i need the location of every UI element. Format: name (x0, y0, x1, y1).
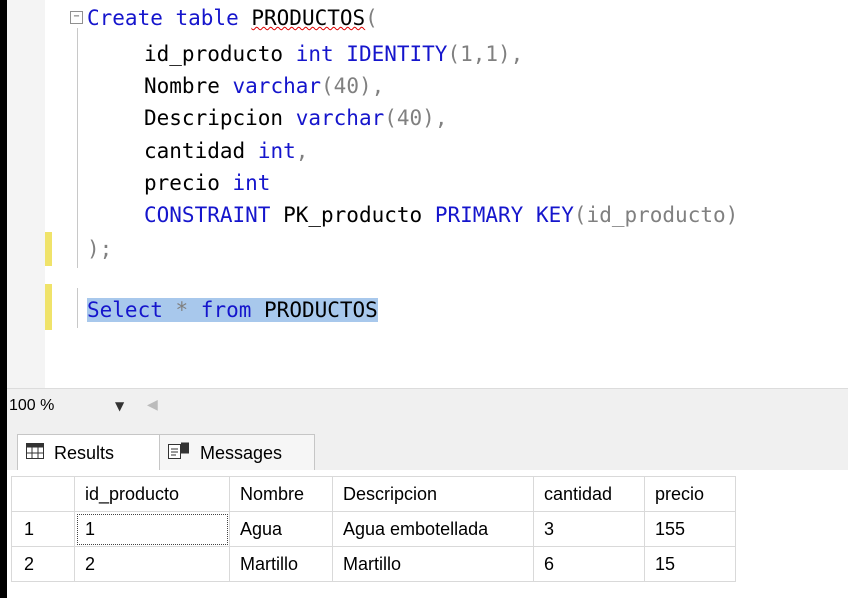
column-header[interactable]: Nombre (229, 476, 333, 512)
results-table: id_producto Nombre Descripcion cantidad … (11, 476, 736, 582)
column-header[interactable]: precio (644, 476, 736, 512)
code-line-5: cantidad int, (144, 139, 308, 163)
args: (1,1), (447, 42, 524, 66)
column-name: id_producto (144, 42, 284, 66)
outline-line (77, 28, 78, 268)
table-name: PRODUCTOS (264, 298, 378, 322)
selected-query: Select * from PRODUCTOS (87, 298, 378, 322)
header-row: id_producto Nombre Descripcion cantidad … (11, 476, 736, 512)
tab-results[interactable]: Results (17, 434, 161, 471)
column-header[interactable]: id_producto (74, 476, 230, 512)
messages-icon (168, 442, 190, 465)
code-line-9: Select * from PRODUCTOS (87, 298, 378, 322)
keyword: PRIMARY KEY (434, 203, 574, 227)
grid-cell[interactable]: Martillo (332, 546, 534, 582)
keyword: Create table (87, 6, 239, 30)
zoom-bar: 100 % ▼ ◀ (7, 388, 848, 427)
code-line-2: id_producto int IDENTITY(1,1), (144, 42, 523, 66)
row-number[interactable]: 1 (11, 511, 75, 547)
column-name: Nombre (144, 74, 220, 98)
chevron-down-icon[interactable]: ▼ (115, 399, 124, 413)
editor-gutter (7, 0, 45, 388)
code-line-8: ); (87, 237, 113, 261)
code-line-6: precio int (144, 171, 270, 195)
keyword: Select (87, 298, 163, 322)
column-name: precio (144, 171, 220, 195)
type: varchar (232, 74, 322, 98)
tab-results-label: Results (54, 442, 115, 463)
code-line-1: Create table PRODUCTOS( (87, 6, 378, 30)
grid-cell[interactable]: 155 (644, 511, 736, 547)
grid-cell[interactable]: 2 (74, 546, 230, 582)
grid-cell[interactable]: 15 (644, 546, 736, 582)
column-header[interactable]: Descripcion (332, 476, 534, 512)
constraint-name: PK_producto (283, 203, 423, 227)
grid-cell[interactable]: 6 (533, 546, 645, 582)
type: int IDENTITY (295, 42, 448, 66)
scroll-left-icon[interactable]: ◀ (147, 397, 158, 413)
change-marker (45, 232, 52, 266)
column-name: Descripcion (144, 106, 284, 130)
grid-cell[interactable]: Martillo (229, 546, 333, 582)
keyword: CONSTRAINT (144, 203, 271, 227)
punct: ( (365, 6, 378, 30)
grid-icon (26, 442, 44, 464)
results-tabs: Results Messages (7, 426, 848, 471)
column-header[interactable]: cantidad (533, 476, 645, 512)
row-number[interactable]: 2 (11, 546, 75, 582)
table-row[interactable]: 1 1 Agua Agua embotellada 3 155 (11, 511, 736, 547)
grid-cell[interactable]: Agua (229, 511, 333, 547)
code-line-3: Nombre varchar(40), (144, 74, 384, 98)
tab-messages[interactable]: Messages (159, 434, 315, 471)
change-marker (45, 284, 52, 330)
tab-messages-label: Messages (200, 442, 283, 463)
collapse-icon[interactable]: − (70, 11, 83, 24)
type: int (232, 171, 271, 195)
column-name: cantidad (144, 139, 246, 163)
query-editor[interactable]: − Create table PRODUCTOS( id_producto in… (7, 0, 848, 388)
args: (id_producto) (573, 203, 739, 227)
table-row[interactable]: 2 2 Martillo Martillo 6 15 (11, 546, 736, 582)
type: int (257, 139, 296, 163)
code-line-4: Descripcion varchar(40), (144, 106, 447, 130)
row-header-corner[interactable] (11, 476, 75, 512)
table-name: PRODUCTOS (251, 6, 366, 30)
keyword: from (200, 298, 252, 322)
star: * (162, 298, 201, 322)
code-line-7: CONSTRAINT PK_producto PRIMARY KEY(id_pr… (144, 203, 738, 227)
zoom-level[interactable]: 100 % (9, 397, 54, 415)
args: (40), (384, 106, 448, 130)
grid-cell[interactable]: Agua embotellada (332, 511, 534, 547)
args: , (295, 139, 309, 163)
ssms-window: − Create table PRODUCTOS( id_producto in… (7, 0, 848, 598)
results-grid: id_producto Nombre Descripcion cantidad … (7, 470, 848, 598)
grid-cell[interactable]: 3 (533, 511, 645, 547)
grid-cell[interactable]: 1 (74, 511, 230, 547)
type: varchar (295, 106, 385, 130)
outline-line (77, 288, 78, 328)
args: (40), (321, 74, 385, 98)
